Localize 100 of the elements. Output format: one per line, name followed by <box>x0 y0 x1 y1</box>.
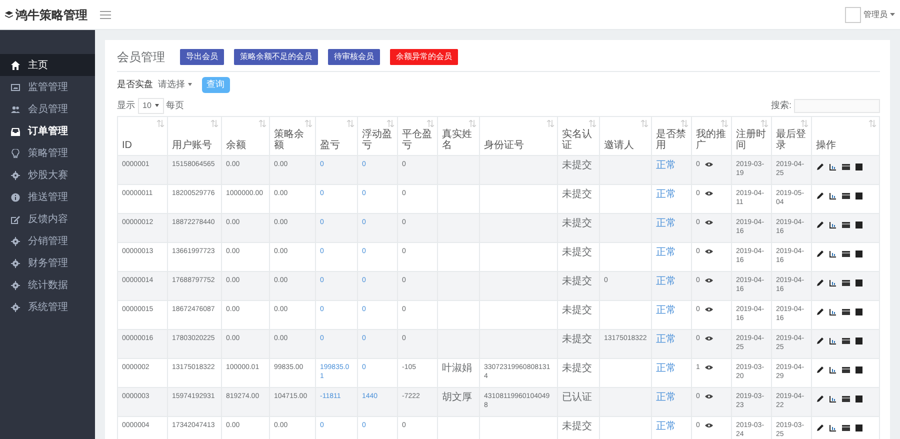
sidebar-item[interactable]: 订单管理 <box>0 120 95 142</box>
card-icon[interactable] <box>842 308 850 316</box>
chart-icon[interactable] <box>829 424 837 432</box>
square-icon[interactable] <box>855 336 863 344</box>
chart-icon[interactable] <box>829 192 837 200</box>
table-cell: 正常 <box>656 421 676 432</box>
lightbulb-icon <box>11 148 20 158</box>
eye-icon[interactable] <box>704 394 713 399</box>
square-icon[interactable] <box>855 220 863 228</box>
eye-icon[interactable] <box>704 249 713 254</box>
eye-icon[interactable] <box>704 162 713 167</box>
sidebar-item[interactable]: 系统管理 <box>0 296 95 318</box>
sidebar-item[interactable]: 财务管理 <box>0 252 95 274</box>
edit-icon[interactable] <box>816 162 824 170</box>
chart-icon[interactable] <box>829 394 837 402</box>
eye-icon[interactable] <box>704 423 713 428</box>
table-cell: 正常 <box>656 334 676 345</box>
caret-icon <box>155 104 158 107</box>
sidebar-item[interactable]: 监管管理 <box>0 76 95 98</box>
edit-icon[interactable] <box>816 192 824 200</box>
sidebar-item[interactable]: 分销管理 <box>0 230 95 252</box>
card-icon[interactable] <box>842 394 850 402</box>
image-icon <box>11 82 20 92</box>
sidebar-item[interactable]: 统计数据 <box>0 274 95 296</box>
chart-icon[interactable] <box>829 278 837 286</box>
eye-icon[interactable] <box>704 336 713 341</box>
sidebar-item[interactable]: 策略管理 <box>0 142 95 164</box>
square-icon[interactable] <box>855 424 863 432</box>
gear-icon <box>11 258 20 268</box>
table-cell: 未提交 <box>562 363 592 374</box>
sidebar-item[interactable]: 炒股大赛 <box>0 164 95 186</box>
menu-icon[interactable] <box>100 10 111 18</box>
gear-icon <box>11 170 20 180</box>
search-label: 搜索: <box>770 98 792 112</box>
eye-icon[interactable] <box>704 365 713 370</box>
square-icon[interactable] <box>855 278 863 286</box>
card-icon[interactable] <box>842 336 850 344</box>
table-cell: 正常 <box>656 160 676 171</box>
action-button[interactable]: 导出会员 <box>180 49 224 66</box>
square-icon[interactable] <box>855 366 863 374</box>
caret-icon <box>188 83 192 86</box>
gear-icon <box>11 302 20 312</box>
filter-select[interactable]: 请选择 <box>158 78 192 92</box>
chart-icon[interactable] <box>829 250 837 258</box>
edit-icon[interactable] <box>816 336 824 344</box>
edit-icon[interactable] <box>816 308 824 316</box>
square-icon[interactable] <box>855 250 863 258</box>
chart-icon[interactable] <box>829 336 837 344</box>
square-icon[interactable] <box>855 308 863 316</box>
card-icon[interactable] <box>842 366 850 374</box>
inbox-icon <box>11 126 20 136</box>
card-icon[interactable] <box>842 192 850 200</box>
eye-icon[interactable] <box>704 278 713 283</box>
table-cell: 未提交 <box>562 189 592 200</box>
table-cell: 正常 <box>656 305 676 316</box>
sidebar-item[interactable]: 会员管理 <box>0 98 95 120</box>
eye-icon[interactable] <box>704 191 713 196</box>
search-field[interactable] <box>794 98 880 112</box>
action-button[interactable]: 策略余额不足的会员 <box>234 49 318 66</box>
card-icon[interactable] <box>842 278 850 286</box>
table-cell: 未提交 <box>562 160 592 171</box>
table-cell: 正常 <box>656 247 676 258</box>
square-icon[interactable] <box>855 394 863 402</box>
card-icon[interactable] <box>842 162 850 170</box>
chart-icon[interactable] <box>829 220 837 228</box>
caret-icon <box>890 13 895 16</box>
chart-icon[interactable] <box>829 366 837 374</box>
table-cell: 未提交 <box>562 305 592 316</box>
eye-icon[interactable] <box>704 220 713 225</box>
table-cell: 正常 <box>656 189 676 200</box>
filter-label: 是否实盘 <box>117 78 153 91</box>
table-cell: 正常 <box>656 218 676 229</box>
user-menu[interactable]: 管理员 <box>864 8 888 20</box>
square-icon[interactable] <box>855 192 863 200</box>
action-button[interactable]: 待审核会员 <box>328 49 380 66</box>
chart-icon[interactable] <box>829 308 837 316</box>
sidebar-item[interactable]: 反馈内容 <box>0 208 95 230</box>
card-icon[interactable] <box>842 424 850 432</box>
edit-icon <box>11 214 20 224</box>
edit-icon[interactable] <box>816 394 824 402</box>
table-cell: 胡文厚 <box>442 392 472 403</box>
square-icon[interactable] <box>855 162 863 170</box>
edit-icon[interactable] <box>816 220 824 228</box>
sidebar-item[interactable]: 主页 <box>0 54 95 76</box>
page-size-label: 显示 <box>117 98 135 112</box>
table-cell: 叶淑娟 <box>442 363 472 374</box>
filter-button[interactable]: 余额异常的会员 <box>390 49 458 66</box>
logo-icon <box>5 10 13 18</box>
edit-icon[interactable] <box>816 278 824 286</box>
avatar <box>845 6 861 22</box>
edit-icon[interactable] <box>816 366 824 374</box>
sidebar-item[interactable]: 推送管理 <box>0 186 95 208</box>
eye-icon[interactable] <box>704 307 713 312</box>
table-cell: 未提交 <box>562 218 592 229</box>
card-icon[interactable] <box>842 220 850 228</box>
page-size-select[interactable]: 10 <box>138 98 164 114</box>
edit-icon[interactable] <box>816 250 824 258</box>
edit-icon[interactable] <box>816 424 824 432</box>
chart-icon[interactable] <box>829 162 837 170</box>
card-icon[interactable] <box>842 250 850 258</box>
